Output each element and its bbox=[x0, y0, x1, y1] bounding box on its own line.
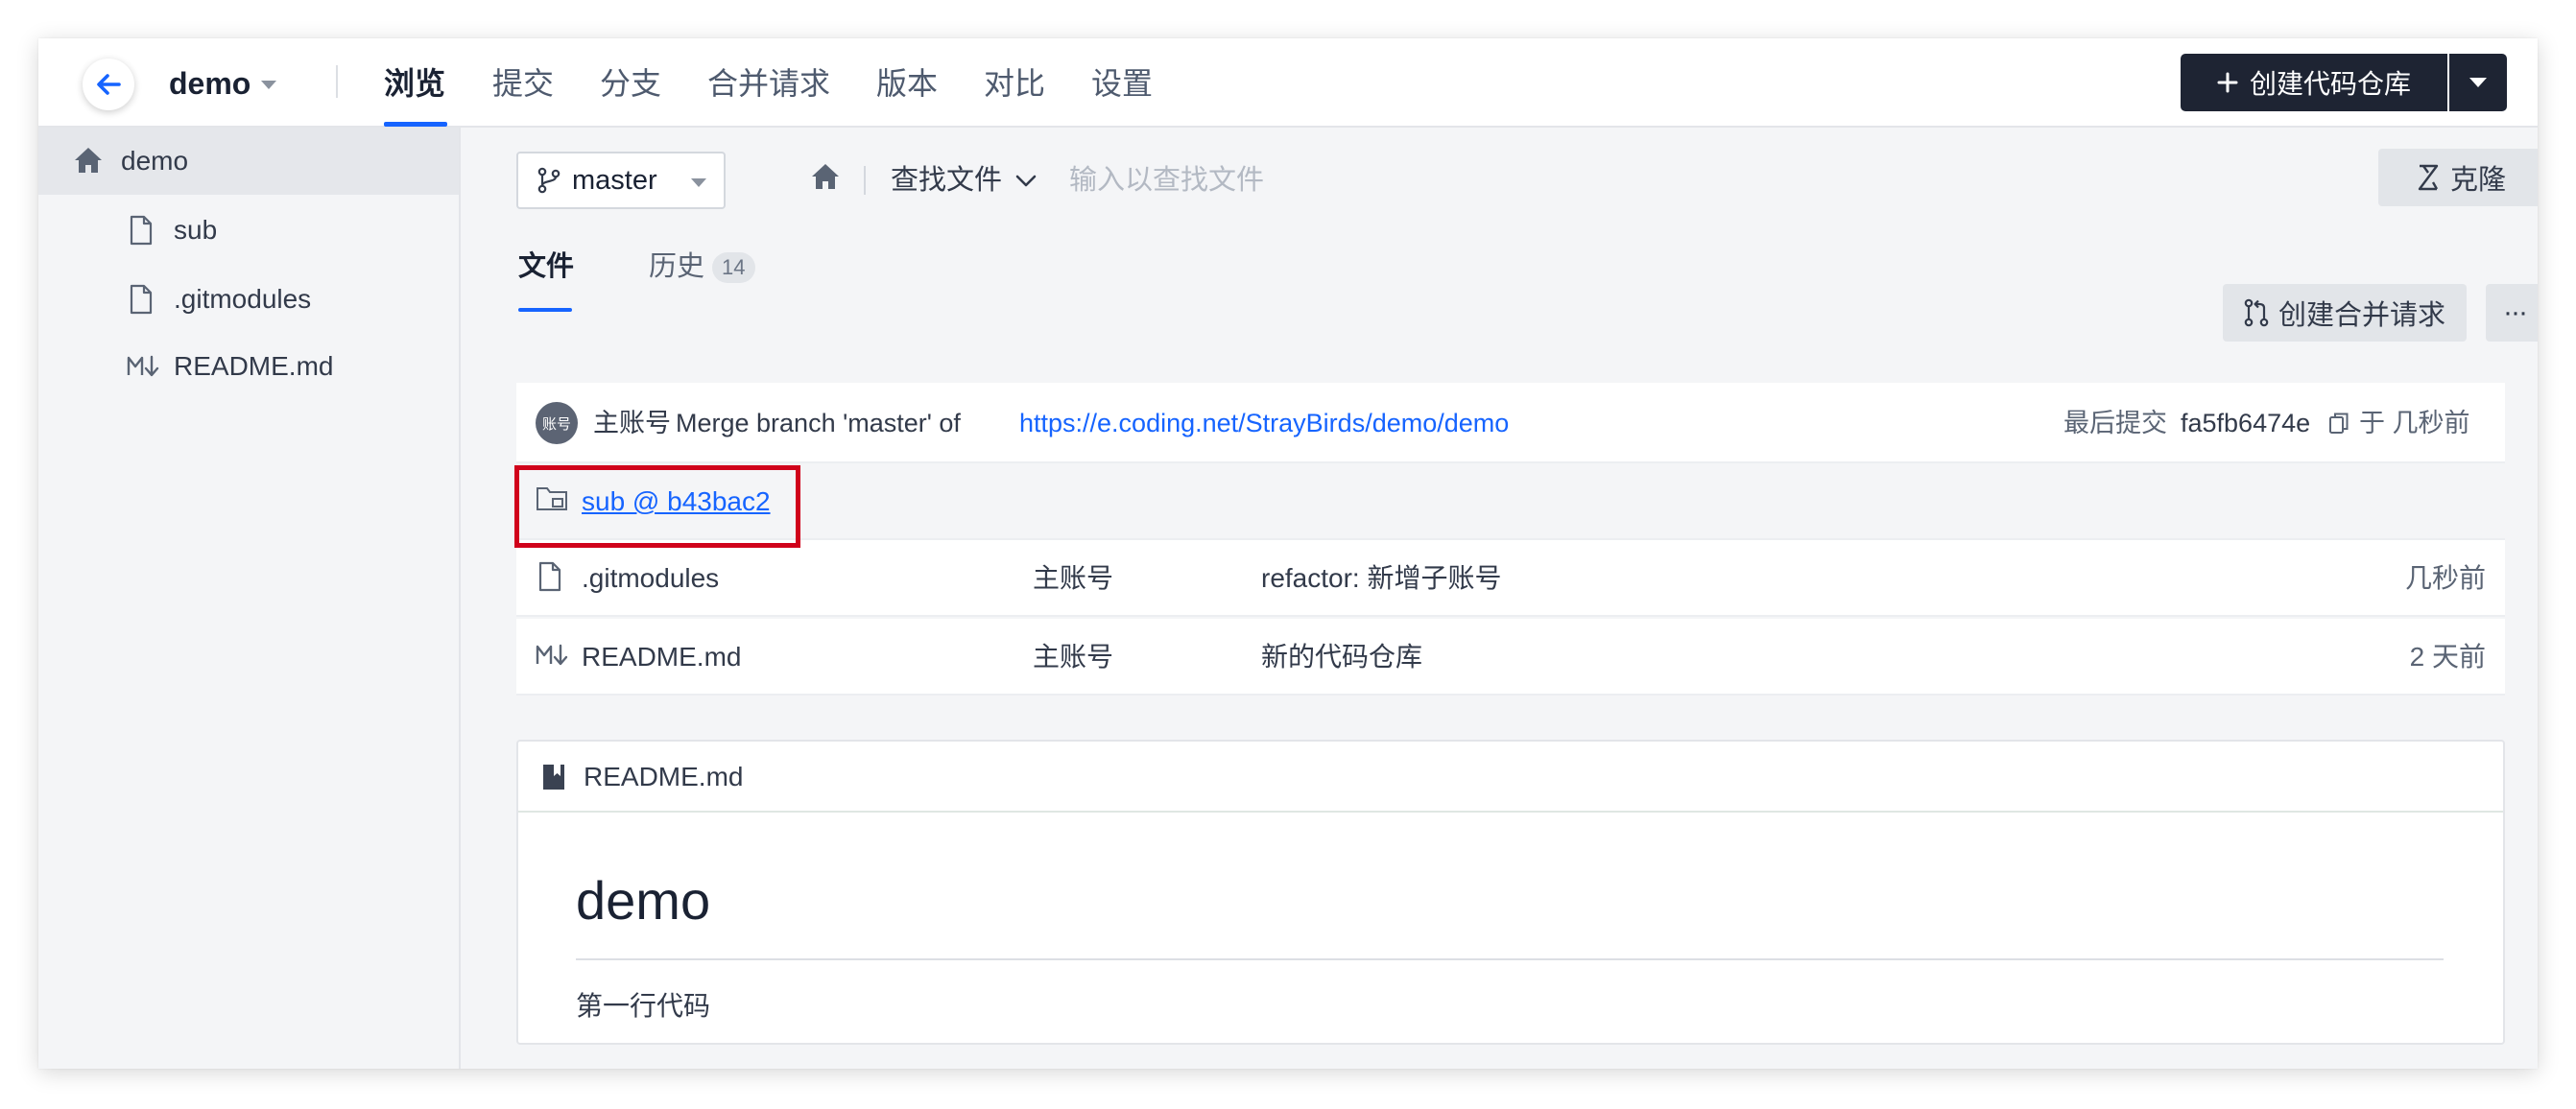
readme-heading: demo bbox=[576, 870, 711, 931]
main-content: master 查找文件 克隆 文件 历史14 bbox=[463, 128, 2538, 1069]
tab-merge-requests[interactable]: 合并请求 bbox=[707, 64, 830, 103]
avatar: 账号 bbox=[536, 402, 578, 444]
file-tree-sidebar: demo sub .gitmodules README.md bbox=[38, 128, 461, 1069]
file-author: 主账号 bbox=[1033, 563, 1114, 593]
commit-author: 主账号 bbox=[593, 409, 671, 437]
tab-browse[interactable]: 浏览 bbox=[384, 64, 445, 103]
table-row-readme[interactable]: README.md 主账号 新的代码仓库 2 天前 bbox=[516, 619, 2505, 696]
caret-down-icon bbox=[691, 178, 706, 187]
more-icon: ··· bbox=[2503, 296, 2528, 328]
tree-item-gitmodules[interactable]: .gitmodules bbox=[38, 266, 459, 333]
file-commit-message[interactable]: refactor: 新增子账号 bbox=[1261, 561, 1501, 596]
commit-hash[interactable]: fa5fb6474e bbox=[2181, 406, 2310, 440]
branch-icon bbox=[537, 167, 561, 194]
readme-card: README.md demo 第一行代码 bbox=[516, 740, 2505, 1045]
active-tab-indicator bbox=[384, 122, 447, 127]
readme-divider bbox=[576, 958, 2444, 960]
table-row-submodule[interactable]: sub @ b43bac2 bbox=[516, 463, 2505, 540]
merge-request-icon bbox=[2244, 298, 2269, 327]
markdown-icon bbox=[536, 643, 570, 672]
find-file-input[interactable] bbox=[1069, 161, 1549, 200]
file-name[interactable]: .gitmodules bbox=[582, 561, 719, 596]
create-repo-dropdown-button[interactable] bbox=[2449, 54, 2507, 111]
file-time: 几秒前 bbox=[2404, 563, 2486, 593]
create-mr-label: 创建合并请求 bbox=[2278, 300, 2445, 331]
folder-submodule-icon bbox=[536, 484, 568, 518]
history-count-badge: 14 bbox=[712, 252, 755, 284]
branch-selector[interactable]: master bbox=[516, 152, 726, 209]
app-window: demo 浏览 提交 分支 合并请求 版本 对比 设置 创建代码仓库 demo bbox=[38, 38, 2538, 1069]
tab-settings[interactable]: 设置 bbox=[1091, 64, 1153, 103]
nav-divider bbox=[336, 65, 338, 98]
tree-item-readme[interactable]: README.md bbox=[38, 333, 459, 400]
last-commit-label: 最后提交 bbox=[2063, 409, 2167, 437]
file-icon bbox=[537, 561, 562, 597]
create-repo-label: 创建代码仓库 bbox=[2249, 69, 2411, 99]
repo-name[interactable]: demo bbox=[169, 64, 250, 103]
caret-down-icon[interactable] bbox=[261, 81, 276, 89]
home-icon bbox=[73, 146, 104, 175]
tree-item-root[interactable]: demo bbox=[38, 128, 459, 195]
tab-commits[interactable]: 提交 bbox=[492, 64, 554, 103]
find-file-dropdown[interactable]: 查找文件 bbox=[891, 161, 1037, 200]
breadcrumb-divider bbox=[864, 166, 866, 195]
commit-link[interactable]: https://e.coding.net/StrayBirds/demo/dem… bbox=[1019, 406, 1509, 440]
top-header: demo 浏览 提交 分支 合并请求 版本 对比 设置 创建代码仓库 bbox=[38, 38, 2538, 128]
tree-item-sub[interactable]: sub bbox=[38, 197, 459, 264]
plus-icon bbox=[2217, 72, 2238, 93]
back-button[interactable] bbox=[83, 59, 134, 110]
file-commit-message[interactable]: 新的代码仓库 bbox=[1261, 640, 1422, 674]
book-icon bbox=[541, 763, 566, 796]
file-author: 主账号 bbox=[1033, 642, 1114, 672]
clone-button[interactable]: 克隆 bbox=[2378, 149, 2538, 206]
home-icon[interactable] bbox=[810, 162, 841, 196]
readme-paragraph: 第一行代码 bbox=[576, 991, 711, 1021]
find-file-label: 查找文件 bbox=[891, 165, 1003, 196]
commit-time: 于 几秒前 bbox=[2359, 409, 2470, 437]
table-row-gitmodules[interactable]: .gitmodules 主账号 refactor: 新增子账号 几秒前 bbox=[516, 540, 2505, 617]
file-tab-indicator bbox=[518, 308, 572, 312]
file-icon bbox=[129, 215, 154, 246]
arrow-left-icon bbox=[97, 74, 121, 95]
readme-header: README.md bbox=[518, 742, 2503, 813]
file-icon bbox=[129, 284, 154, 315]
caret-down-icon bbox=[2469, 78, 2487, 87]
chevron-down-icon bbox=[1015, 176, 1037, 187]
clone-icon bbox=[2418, 164, 2439, 191]
copy-icon[interactable] bbox=[2328, 412, 2349, 439]
create-merge-request-button[interactable]: 创建合并请求 bbox=[2223, 284, 2467, 342]
tab-branches[interactable]: 分支 bbox=[600, 64, 661, 103]
tab-history-label: 历史 bbox=[649, 251, 705, 282]
tab-releases[interactable]: 版本 bbox=[876, 64, 938, 103]
tree-item-label: README.md bbox=[174, 351, 334, 381]
last-commit-bar: 账号 主账号 Merge branch 'master' of https://… bbox=[516, 383, 2505, 463]
more-options-button[interactable]: ··· bbox=[2486, 284, 2538, 342]
submodule-link[interactable]: sub @ b43bac2 bbox=[582, 484, 771, 519]
branch-name: master bbox=[572, 164, 657, 196]
markdown-icon bbox=[127, 354, 161, 379]
tree-root-label: demo bbox=[121, 146, 189, 176]
file-time: 2 天前 bbox=[2409, 642, 2486, 672]
tree-item-label: .gitmodules bbox=[174, 284, 312, 314]
tab-files[interactable]: 文件 bbox=[518, 248, 574, 286]
file-name[interactable]: README.md bbox=[582, 640, 741, 674]
tree-item-label: sub bbox=[174, 215, 218, 245]
commit-message: Merge branch 'master' of bbox=[676, 409, 961, 437]
create-repo-button[interactable]: 创建代码仓库 bbox=[2181, 54, 2447, 111]
tab-compare[interactable]: 对比 bbox=[984, 64, 1045, 103]
tab-history[interactable]: 历史 14 bbox=[649, 248, 755, 286]
readme-filename: README.md bbox=[584, 762, 744, 791]
clone-label: 克隆 bbox=[2449, 165, 2506, 196]
